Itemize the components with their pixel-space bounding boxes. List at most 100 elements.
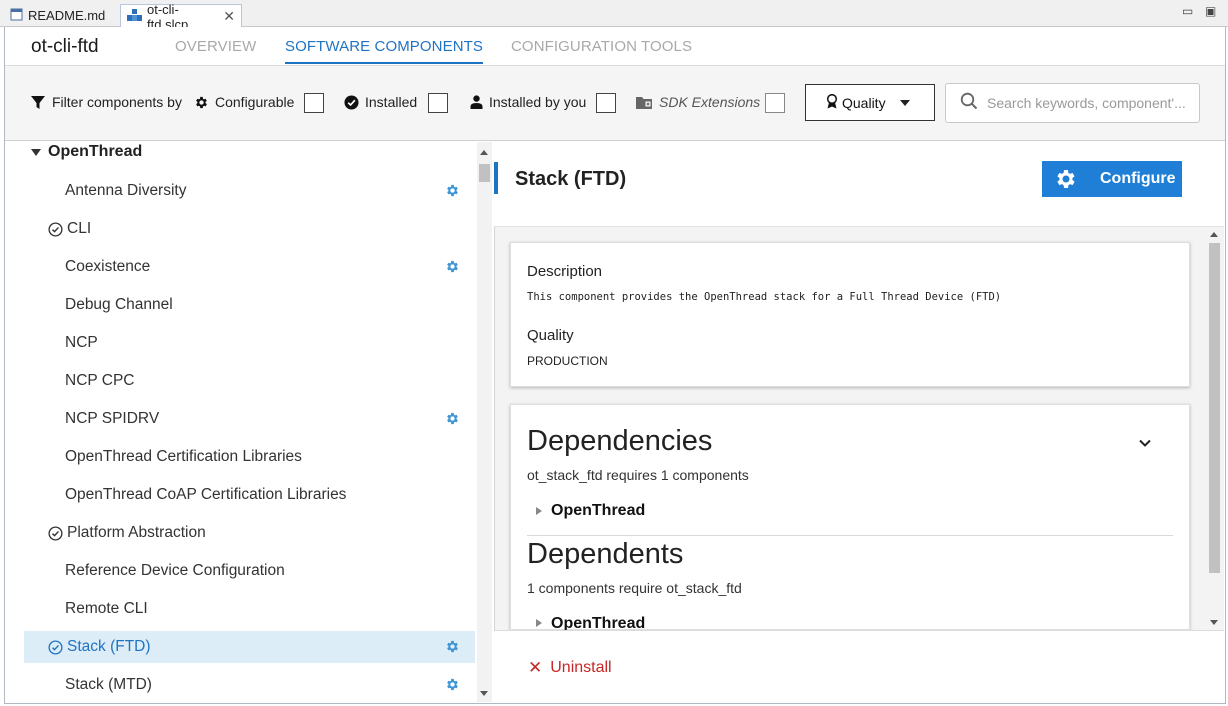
tree-item[interactable]: CLI <box>24 213 475 245</box>
triangle-right-icon <box>536 507 542 515</box>
tab-software-components[interactable]: SOFTWARE COMPONENTS <box>285 38 484 64</box>
dependency-item[interactable]: OpenThread <box>536 502 645 520</box>
installed-label: Installed <box>365 94 418 110</box>
award-ribbon-icon <box>826 93 838 112</box>
editor-tab-slcp[interactable]: ot-cli-ftd.slcp ✕ <box>120 2 242 32</box>
gear-icon[interactable] <box>445 183 460 198</box>
configurable-label: Configurable <box>215 94 295 110</box>
uninstall-button[interactable]: ✕ Uninstall <box>528 658 612 678</box>
triangle-right-icon <box>536 619 542 627</box>
quality-value: PRODUCTION <box>527 354 608 368</box>
slcp-project-icon <box>127 8 142 25</box>
gear-icon[interactable] <box>445 259 460 274</box>
tree-item-label: Debug Channel <box>65 296 173 313</box>
tree-item-label: Stack (FTD) <box>67 638 151 655</box>
project-title: ot-cli-ftd <box>31 36 99 57</box>
configure-label: Configure <box>1100 170 1176 187</box>
chevron-down-icon[interactable] <box>1137 437 1153 449</box>
dependent-item[interactable]: OpenThread <box>536 615 645 630</box>
tree-item[interactable]: Stack (FTD) <box>24 631 475 663</box>
installed-checkbox[interactable] <box>428 93 448 113</box>
tab-overview[interactable]: OVERVIEW <box>175 38 256 55</box>
tree-category-openthread[interactable]: OpenThread <box>31 142 142 162</box>
tree-scrollbar[interactable] <box>477 142 492 702</box>
dependencies-summary: ot_stack_ftd requires 1 components <box>527 467 749 483</box>
scroll-thumb[interactable] <box>479 164 490 182</box>
tree-item[interactable]: NCP SPIDRV <box>24 403 475 435</box>
component-tree: OpenThread Antenna Diversity CLI Coexisten… <box>5 142 475 702</box>
filter-installed-by-you: Installed by you <box>470 92 586 112</box>
scroll-down-icon[interactable] <box>1210 620 1218 625</box>
check-circle-outline-icon <box>48 639 63 655</box>
tree-item[interactable]: NCP <box>24 327 475 359</box>
dependency-item-label: OpenThread <box>551 502 646 519</box>
gear-icon[interactable] <box>445 677 460 692</box>
quality-heading: Quality <box>527 327 574 344</box>
triangle-down-icon <box>31 148 41 156</box>
description-text: This component provides the OpenThread s… <box>527 291 1002 303</box>
description-card <box>510 242 1190 387</box>
configure-button[interactable]: Configure <box>1042 161 1182 197</box>
search-box[interactable] <box>945 83 1200 123</box>
gear-icon[interactable] <box>445 639 460 654</box>
quality-label: Quality <box>842 94 886 111</box>
tree-item[interactable]: Antenna Diversity <box>24 175 475 207</box>
tab-configuration-tools[interactable]: CONFIGURATION TOOLS <box>511 38 692 55</box>
tree-item-label: Stack (MTD) <box>65 676 152 693</box>
installed-by-you-label: Installed by you <box>489 94 587 110</box>
title-accent-bar <box>494 162 498 194</box>
tree-item-label: Coexistence <box>65 258 151 275</box>
description-label: Description <box>527 263 603 280</box>
filter-sdk-extensions: SDK Extensions <box>635 92 760 112</box>
tree-item-label: NCP CPC <box>65 372 135 389</box>
tree-item-label: Remote CLI <box>65 600 148 617</box>
minimize-icon[interactable]: ▭ <box>1182 4 1193 18</box>
check-circle-icon <box>344 94 359 110</box>
search-input[interactable] <box>987 95 1187 111</box>
uninstall-label: Uninstall <box>550 659 612 676</box>
check-circle-outline-icon <box>48 221 63 237</box>
tree-item[interactable]: OpenThread Certification Libraries <box>24 441 475 473</box>
details-scrollbar[interactable] <box>1207 227 1222 630</box>
tree-item-label: NCP <box>65 334 98 351</box>
scroll-thumb[interactable] <box>1209 243 1220 573</box>
scroll-down-icon[interactable] <box>480 691 488 696</box>
tree-category-label: OpenThread <box>48 143 143 160</box>
tree-item[interactable]: NCP CPC <box>24 365 475 397</box>
tree-item[interactable]: Reference Device Configuration <box>24 555 475 587</box>
divider <box>527 535 1173 536</box>
search-icon <box>960 92 978 115</box>
tree-item[interactable]: Stack (MTD) <box>24 669 475 701</box>
close-icon[interactable]: ✕ <box>223 8 235 25</box>
tree-item-label: CLI <box>67 220 92 237</box>
gear-icon[interactable] <box>445 411 460 426</box>
filter-installed: Installed <box>344 92 417 112</box>
scroll-up-icon[interactable] <box>480 150 488 155</box>
quality-dropdown[interactable]: Quality <box>805 84 935 121</box>
tree-item-label: Platform Abstraction <box>67 524 206 541</box>
caret-down-icon <box>900 100 910 106</box>
check-circle-outline-icon <box>48 525 63 541</box>
gear-icon <box>194 95 209 110</box>
scroll-up-icon[interactable] <box>1210 232 1218 237</box>
tree-item-label: NCP SPIDRV <box>65 410 160 427</box>
tree-item-label: Reference Device Configuration <box>65 562 285 579</box>
tree-item[interactable]: Remote CLI <box>24 593 475 625</box>
configurable-checkbox[interactable] <box>304 93 324 113</box>
gear-icon <box>1054 167 1078 191</box>
tree-item-label: Antenna Diversity <box>65 182 187 199</box>
restore-icon[interactable]: ▣ <box>1205 4 1216 18</box>
tree-item-label: OpenThread Certification Libraries <box>65 448 302 465</box>
sdk-extensions-checkbox[interactable] <box>765 93 785 113</box>
tree-item[interactable]: Platform Abstraction <box>24 517 475 549</box>
dependents-summary: 1 components require ot_stack_ftd <box>527 580 742 596</box>
tree-item[interactable]: Coexistence <box>24 251 475 283</box>
filter-configurable: Configurable <box>194 92 294 112</box>
tree-item[interactable]: OpenThread CoAP Certification Libraries <box>24 479 475 511</box>
filter-label-text: Filter components by <box>52 94 182 110</box>
editor-tab-readme[interactable]: README.md <box>4 4 118 27</box>
installed-by-you-checkbox[interactable] <box>596 93 616 113</box>
editor-tab-label: README.md <box>28 8 106 23</box>
tree-item[interactable]: Debug Channel <box>24 289 475 321</box>
dependent-item-label: OpenThread <box>551 615 646 630</box>
